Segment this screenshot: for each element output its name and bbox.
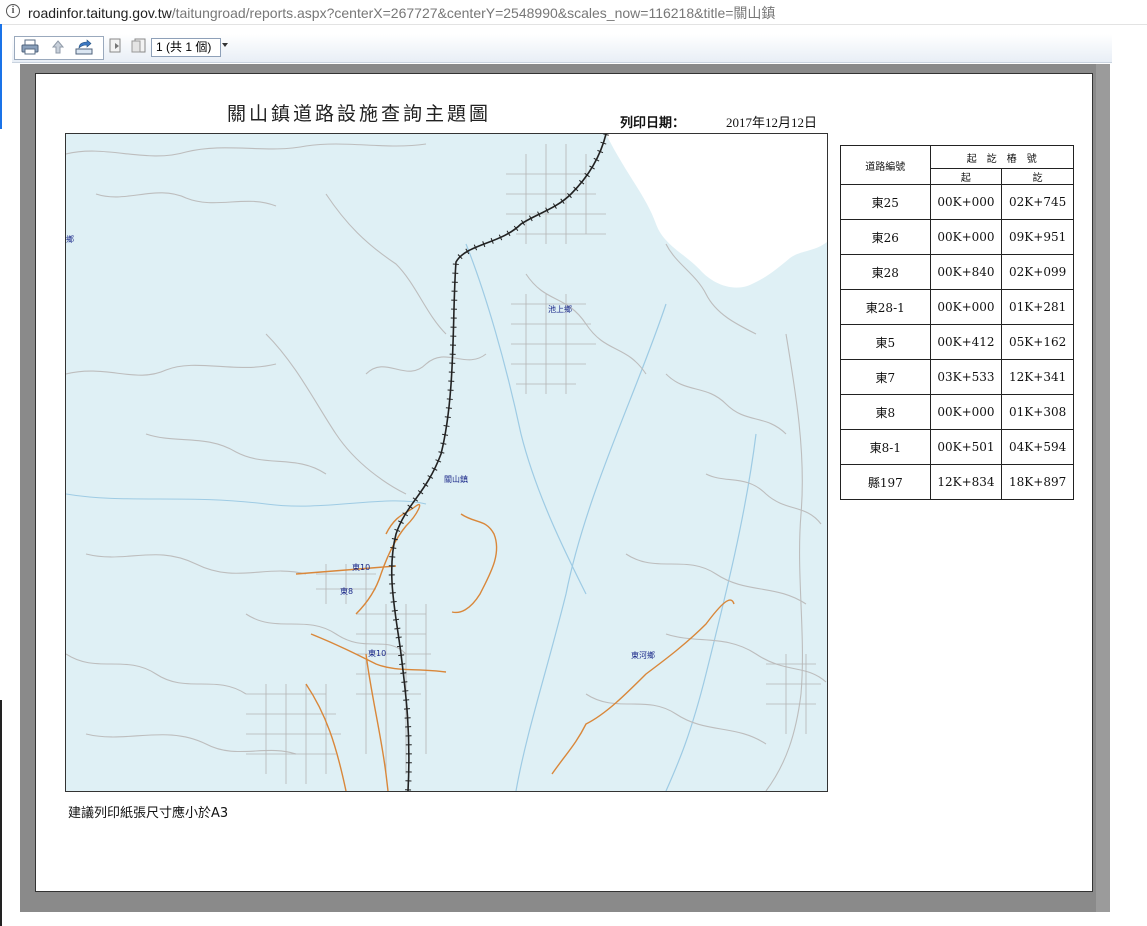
table-row: 縣197 12K+834 18K+897 [840,464,1074,500]
print-date-value: 2017年12月12日 [726,115,818,130]
cell-end: 09K+951 [1001,219,1074,255]
cell-start: 00K+000 [929,219,1003,255]
cell-start: 00K+000 [929,184,1003,220]
toolbar-button-group [14,36,104,60]
print-date-label: 列印日期： [620,116,686,131]
map-label-donghe: 東河鄉 [631,651,655,660]
url-text[interactable]: roadinfor.taitung.gov.tw/taitungroad/rep… [28,3,775,23]
table-row: 東7 03K+533 12K+341 [840,359,1074,395]
table-row: 東26 00K+000 09K+951 [840,219,1074,255]
cell-id: 東28 [840,254,931,290]
cell-start: 03K+533 [929,359,1003,395]
header-road-id: 道路編號 [840,145,931,185]
road-range-table: 道路編號 起 訖 樁 號 起 訖 東25 00K+000 02K+745 東26 00K… [840,145,1075,500]
map-label-guanshan: 關山鎮 [444,475,468,484]
cell-end: 01K+281 [1001,289,1074,325]
cell-start: 00K+840 [929,254,1003,290]
table-row: 東25 00K+000 02K+745 [840,184,1074,220]
cell-start: 12K+834 [929,464,1003,500]
report-title: 關山鎮道路設施查詢主題圖 [227,103,492,125]
header-end: 訖 [1001,168,1074,185]
window-edge-lower [0,700,2,926]
cell-end: 04K+594 [1001,429,1074,465]
railway-ticks [388,134,609,791]
river-line [66,493,427,507]
map-canvas [66,134,827,791]
paper-size-note: 建議列印紙張尺寸應小於A3 [68,806,229,821]
address-bar[interactable]: i roadinfor.taitung.gov.tw/taitungroad/r… [0,0,1147,25]
first-page-icon[interactable] [107,38,125,54]
road-map[interactable]: 池上鄉 關山鎮 東河鄉 鄉 東10 東8 東10 [65,133,828,792]
river-line [665,433,757,791]
map-label-road: 東8 [340,587,354,596]
map-label-road: 東10 [352,563,371,572]
cell-end: 01K+308 [1001,394,1074,430]
cell-start: 00K+501 [929,429,1003,465]
county-roads [295,503,735,791]
cell-id: 東8 [840,394,931,430]
export-icon[interactable] [75,39,93,55]
print-icon[interactable] [21,39,39,55]
cell-start: 00K+000 [929,394,1003,430]
previous-page-icon[interactable] [130,38,148,54]
cell-id: 縣197 [840,464,931,500]
parent-report-icon[interactable] [49,39,67,55]
header-start: 起 [929,168,1003,185]
page-selector[interactable]: 1 (共 1 個) [151,38,221,57]
railway-line [390,134,607,791]
map-label-chishang: 池上鄉 [548,305,572,314]
cell-end: 18K+897 [1001,464,1074,500]
cell-end: 05K+162 [1001,324,1074,360]
cell-id: 東8-1 [840,429,931,465]
river-line [515,303,667,791]
table-row: 東8 00K+000 01K+308 [840,394,1074,430]
sea-area [606,134,827,288]
cell-end: 12K+341 [1001,359,1074,395]
cell-id: 東26 [840,219,931,255]
cell-id: 東25 [840,184,931,220]
cell-start: 00K+000 [929,289,1003,325]
report-toolbar: 1 (共 1 個) [12,34,1112,63]
cell-id: 東5 [840,324,931,360]
cell-end: 02K+099 [1001,254,1074,290]
table-row: 東28 00K+840 02K+099 [840,254,1074,290]
cell-id: 東7 [840,359,931,395]
viewport-scrollbar[interactable] [1096,64,1110,912]
chevron-down-icon[interactable] [222,43,228,47]
table-body: 東25 00K+000 02K+745 東26 00K+000 09K+951 東28 00K… [840,184,1074,500]
map-label-road: 東10 [368,649,387,658]
table-row: 東8-1 00K+501 04K+594 [840,429,1074,465]
table-row: 東28-1 00K+000 01K+281 [840,289,1074,325]
cell-start: 00K+412 [929,324,1003,360]
site-info-icon[interactable]: i [6,4,20,18]
table-row: 東5 00K+412 05K+162 [840,324,1074,360]
map-label-edge: 鄉 [66,235,74,244]
header-range: 起 訖 樁 號 [929,145,1075,169]
window-edge [0,24,2,129]
cell-end: 02K+745 [1001,184,1074,220]
cell-id: 東28-1 [840,289,931,325]
